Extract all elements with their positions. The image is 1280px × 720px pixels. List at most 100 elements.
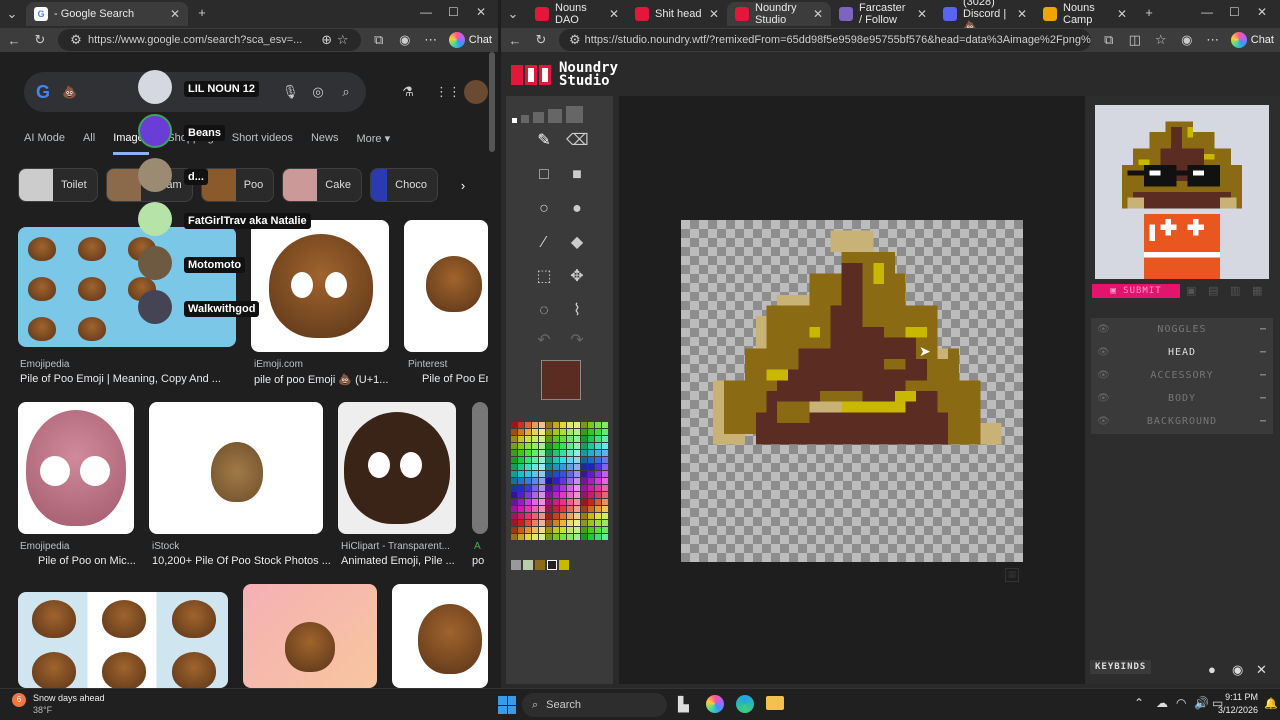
palette-swatch[interactable] [567,436,573,442]
palette-swatch[interactable] [567,471,573,477]
rect-select-tool-icon[interactable]: ⬚ [533,266,555,288]
palette-swatch[interactable] [581,450,587,456]
palette-swatch[interactable] [574,527,580,533]
palette-swatch[interactable] [546,436,552,442]
palette-swatch[interactable] [553,450,559,456]
palette-swatch[interactable] [518,513,524,519]
palette-swatch[interactable] [567,520,573,526]
palette-swatch[interactable] [567,506,573,512]
palette-swatch[interactable] [574,506,580,512]
palette-swatch[interactable] [518,534,524,540]
image-result-8[interactable] [18,592,228,688]
palette-swatch[interactable] [539,429,545,435]
favorite-star-icon[interactable]: ☆ [335,32,351,48]
rectangle-outline-tool-icon[interactable]: □ [533,164,555,186]
palette-swatch[interactable] [518,492,524,498]
brush-tool-icon[interactable]: ✎ [533,130,555,152]
palette-swatch[interactable] [567,485,573,491]
palette-swatch[interactable] [560,464,566,470]
palette-swatch[interactable] [602,478,608,484]
palette-swatch[interactable] [546,422,552,428]
palette-swatch[interactable] [588,436,594,442]
palette-swatch[interactable] [560,485,566,491]
palette-swatch[interactable] [539,443,545,449]
image-result-2[interactable] [251,220,389,352]
palette-swatch[interactable] [553,443,559,449]
result-caption[interactable]: 10,200+ Pile Of Poo Stock Photos ... [152,555,331,567]
copilot-app-icon[interactable] [706,695,724,713]
image-result-6[interactable] [338,402,456,534]
palette-swatch[interactable] [567,422,573,428]
palette-swatch[interactable] [511,513,517,519]
palette-swatch[interactable] [581,464,587,470]
extensions-icon[interactable]: ⧉ [371,32,387,48]
palette-swatch[interactable] [560,506,566,512]
account-avatar[interactable] [464,80,488,104]
palette-swatch[interactable] [581,534,587,540]
palette-swatch[interactable] [595,485,601,491]
keybinds-button[interactable]: KEYBINDS [1090,660,1152,674]
palette-swatch[interactable] [581,492,587,498]
onedrive-icon[interactable]: ☁ [1156,696,1168,710]
palette-swatch[interactable] [588,478,594,484]
reload-icon[interactable]: ↻ [32,32,48,48]
site-info-icon[interactable]: ⚙ [569,32,581,48]
layer-background[interactable]: 👁 BACKGROUND ⋯ [1091,410,1273,433]
lasso-select-tool-icon[interactable]: ◌ [533,300,555,322]
noundry-logo[interactable]: Noundry Studio [511,61,618,88]
palette-swatch[interactable] [588,471,594,477]
palette-swatch[interactable] [574,464,580,470]
minimize-icon[interactable]: — [1201,5,1213,19]
palette-swatch[interactable] [595,520,601,526]
close-tab-icon[interactable]: ✕ [609,7,619,21]
palette-swatch[interactable] [539,471,545,477]
palette-swatch[interactable] [553,464,559,470]
split-screen-icon[interactable]: ◫ [1127,32,1143,48]
palette-swatch[interactable] [567,457,573,463]
brush-size-selector[interactable] [512,106,583,123]
palette-swatch[interactable] [539,492,545,498]
palette-swatch[interactable] [581,443,587,449]
palette-swatch[interactable] [588,534,594,540]
palette-swatch[interactable] [546,499,552,505]
palette-swatch[interactable] [574,492,580,498]
line-tool-icon[interactable]: ∕ [533,232,555,254]
palette-swatch[interactable] [560,429,566,435]
layer-accessory[interactable]: 👁 ACCESSORY ⋯ [1091,364,1273,387]
palette-swatch[interactable] [546,506,552,512]
palette-swatch[interactable] [553,485,559,491]
palette-swatch[interactable] [574,471,580,477]
result-caption[interactable]: Pile of Poo Em [422,373,488,385]
palette-swatch[interactable] [602,499,608,505]
palette-swatch[interactable] [539,422,545,428]
image-result-7[interactable] [472,402,488,534]
palette-swatch[interactable] [532,527,538,533]
palette-swatch[interactable] [574,520,580,526]
palette-swatch[interactable] [532,506,538,512]
palette-swatch[interactable] [567,534,573,540]
palette-swatch[interactable] [532,457,538,463]
palette-swatch[interactable] [532,478,538,484]
tab-nouns-dao[interactable]: Nouns DAO ✕ [527,2,627,26]
palette-swatch[interactable] [525,457,531,463]
palette-swatch[interactable] [518,457,524,463]
palette-swatch[interactable] [511,429,517,435]
new-tab-icon[interactable]: + [194,5,210,20]
tab-menu-chevron-icon[interactable]: ⌄ [505,6,521,22]
palette-swatch[interactable] [511,534,517,540]
back-icon[interactable]: ← [507,33,523,48]
palette-swatch[interactable] [532,534,538,540]
palette-swatch[interactable] [602,520,608,526]
palette-swatch[interactable] [595,450,601,456]
palette-swatch[interactable] [511,457,517,463]
palette-swatch[interactable] [525,436,531,442]
eraser-tool-icon[interactable]: ⌫ [566,130,589,152]
layer-noggles[interactable]: 👁 NOGGLES ⋯ [1091,318,1273,341]
palette-swatch[interactable] [525,499,531,505]
back-icon[interactable]: ← [6,33,22,48]
result-caption[interactable]: Animated Emoji, Pile ... [341,555,455,567]
palette-swatch[interactable] [518,443,524,449]
url-field[interactable]: ⚙ https://studio.noundry.wtf/?remixedFro… [559,29,1091,51]
save-icon[interactable]: ▤ [1208,284,1218,297]
palette-swatch[interactable] [525,527,531,533]
